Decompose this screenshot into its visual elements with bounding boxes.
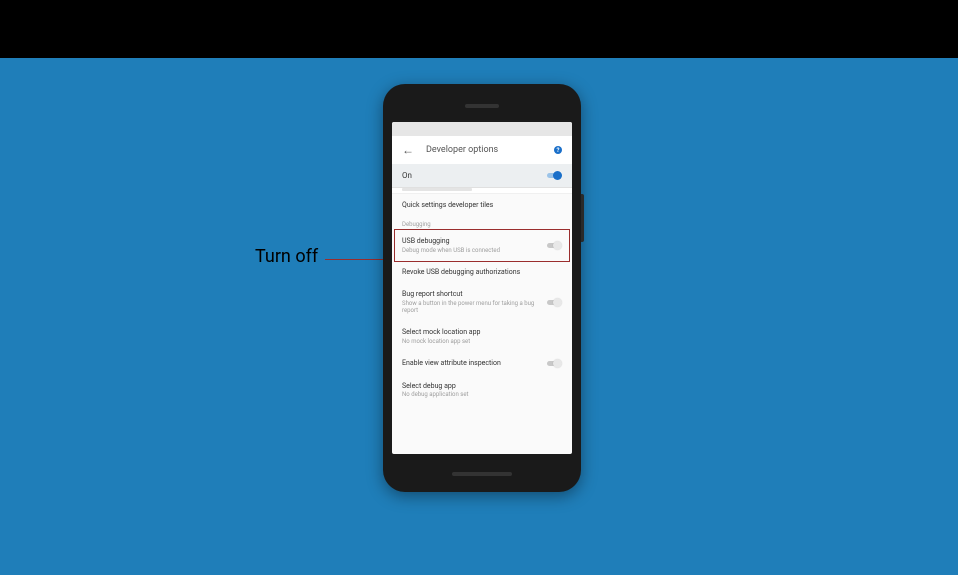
item-quick-settings-tiles[interactable]: Quick settings developer tiles [392, 194, 572, 216]
toggle-thumb [553, 298, 562, 307]
master-toggle-row[interactable]: On [392, 164, 572, 188]
master-toggle-switch[interactable] [546, 171, 562, 180]
section-header-debugging: Debugging [392, 216, 572, 230]
item-revoke-usb-auth[interactable]: Revoke USB debugging authorizations [392, 261, 572, 283]
item-subtitle: Debug mode when USB is connected [402, 247, 546, 254]
phone-bottom-speaker [452, 472, 512, 476]
item-title: USB debugging [402, 237, 546, 245]
phone-speaker [465, 104, 499, 108]
phone-frame: ← Developer options ? On Quick settings … [383, 84, 581, 492]
partial-clipped-item [392, 188, 572, 194]
item-view-attribute-inspection[interactable]: Enable view attribute inspection [392, 352, 572, 375]
item-title: Enable view attribute inspection [402, 359, 546, 367]
item-title: Revoke USB debugging authorizations [402, 268, 562, 276]
bug-report-toggle[interactable] [546, 298, 562, 307]
back-arrow-icon[interactable]: ← [402, 143, 414, 157]
item-title: Select mock location app [402, 328, 562, 336]
view-attribute-toggle[interactable] [546, 359, 562, 368]
status-bar [392, 122, 572, 136]
toggle-thumb [553, 171, 562, 180]
settings-list[interactable]: Quick settings developer tiles Debugging… [392, 194, 572, 405]
item-select-debug-app[interactable]: Select debug app No debug application se… [392, 375, 572, 406]
item-subtitle: No debug application set [402, 391, 562, 398]
usb-debugging-toggle[interactable] [546, 241, 562, 250]
master-toggle-label: On [402, 171, 412, 180]
item-mock-location[interactable]: Select mock location app No mock locatio… [392, 321, 572, 352]
item-subtitle: Show a button in the power menu for taki… [402, 300, 546, 314]
annotation-label: Turn off [255, 246, 318, 267]
help-icon[interactable]: ? [554, 146, 562, 154]
page-title: Developer options [426, 145, 498, 155]
phone-side-button [581, 194, 584, 242]
item-title: Bug report shortcut [402, 290, 546, 298]
toggle-thumb [553, 359, 562, 368]
item-title: Quick settings developer tiles [402, 201, 562, 209]
item-bug-report-shortcut[interactable]: Bug report shortcut Show a button in the… [392, 283, 572, 321]
item-title: Select debug app [402, 382, 562, 390]
toggle-thumb [553, 241, 562, 250]
phone-screen: ← Developer options ? On Quick settings … [392, 122, 572, 454]
app-header: ← Developer options ? [392, 136, 572, 164]
item-usb-debugging[interactable]: USB debugging Debug mode when USB is con… [392, 230, 572, 261]
top-black-bar [0, 0, 958, 58]
item-subtitle: No mock location app set [402, 338, 562, 345]
